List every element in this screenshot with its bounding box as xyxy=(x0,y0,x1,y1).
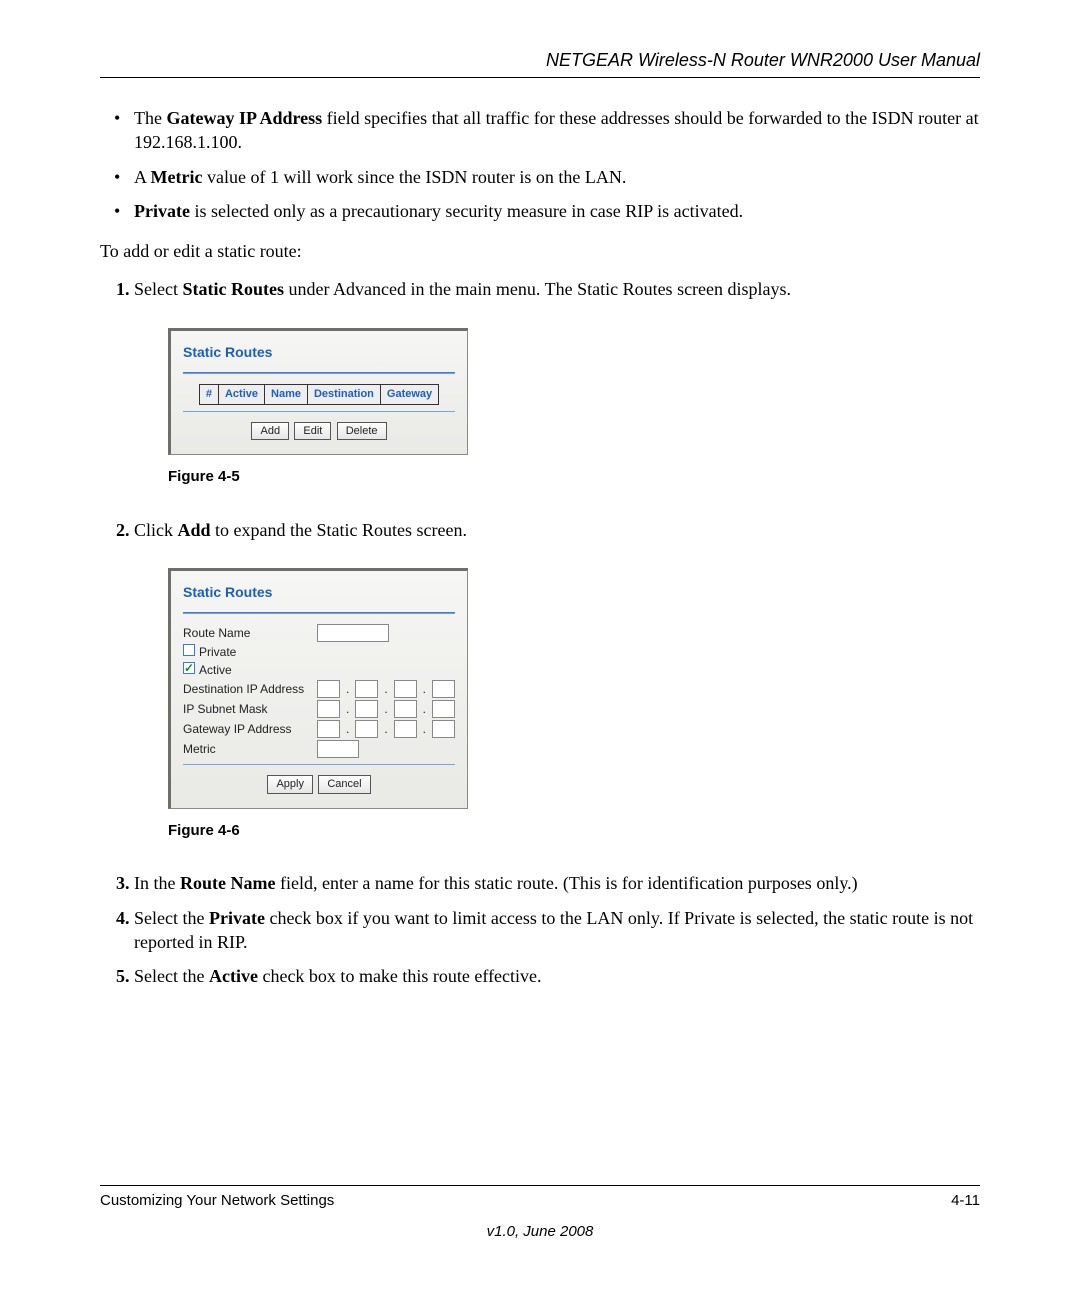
gw-octet-4[interactable] xyxy=(432,720,455,738)
bullet-item: A Metric value of 1 will work since the … xyxy=(134,165,980,189)
footer-version: v1.0, June 2008 xyxy=(100,1223,980,1240)
term-gateway-ip: Gateway IP Address xyxy=(166,108,322,128)
dest-octet-1[interactable] xyxy=(317,680,340,698)
route-name-label: Route Name xyxy=(183,625,311,641)
figure-4-5: Static Routes # Active Name Destination … xyxy=(168,328,980,456)
dest-octet-3[interactable] xyxy=(394,680,417,698)
col-gateway: Gateway xyxy=(380,384,438,404)
cancel-button[interactable]: Cancel xyxy=(318,775,370,794)
mask-octet-4[interactable] xyxy=(432,700,455,718)
panel-title: Static Routes xyxy=(183,343,455,362)
add-button[interactable]: Add xyxy=(251,422,289,441)
active-row: Active xyxy=(183,662,311,678)
panel-separator xyxy=(183,764,455,765)
static-routes-form-panel: Static Routes Route Name Private Active xyxy=(168,568,468,809)
running-header: NETGEAR Wireless-N Router WNR2000 User M… xyxy=(100,50,980,71)
term-private: Private xyxy=(134,201,190,221)
figure-4-6: Static Routes Route Name Private Active xyxy=(168,568,980,809)
page-number: 4-11 xyxy=(951,1192,980,1209)
term-metric: Metric xyxy=(151,167,203,187)
gateway-label: Gateway IP Address xyxy=(183,721,311,737)
panel-separator xyxy=(183,411,455,412)
destination-label: Destination IP Address xyxy=(183,681,311,697)
footer-rule xyxy=(100,1185,980,1186)
panel-separator xyxy=(183,372,455,374)
col-destination: Destination xyxy=(307,384,380,404)
panel-title: Static Routes xyxy=(183,583,455,602)
step-5: Select the Active check box to make this… xyxy=(134,964,980,988)
routes-table: # Active Name Destination Gateway xyxy=(199,384,439,405)
gw-octet-3[interactable] xyxy=(394,720,417,738)
step-4: Select the Private check box if you want… xyxy=(134,906,980,955)
step-list: Select Static Routes under Advanced in t… xyxy=(100,277,980,988)
step-3: In the Route Name field, enter a name fo… xyxy=(134,871,980,895)
dest-octet-4[interactable] xyxy=(432,680,455,698)
mask-octet-2[interactable] xyxy=(355,700,378,718)
col-number: # xyxy=(199,384,218,404)
col-active: Active xyxy=(218,384,264,404)
delete-button[interactable]: Delete xyxy=(337,422,387,441)
bullet-item: Private is selected only as a precaution… xyxy=(134,199,980,223)
step-2: Click Add to expand the Static Routes sc… xyxy=(134,518,980,842)
header-rule xyxy=(100,77,980,78)
metric-input[interactable] xyxy=(317,740,359,758)
footer-section: Customizing Your Network Settings xyxy=(100,1192,334,1209)
static-routes-panel: Static Routes # Active Name Destination … xyxy=(168,328,468,456)
metric-label: Metric xyxy=(183,741,311,757)
col-name: Name xyxy=(265,384,308,404)
dest-octet-2[interactable] xyxy=(355,680,378,698)
gw-octet-1[interactable] xyxy=(317,720,340,738)
route-name-input[interactable] xyxy=(317,624,389,642)
mask-octet-3[interactable] xyxy=(394,700,417,718)
page-footer: Customizing Your Network Settings 4-11 v… xyxy=(100,1185,980,1240)
private-row: Private xyxy=(183,644,311,660)
figure-caption: Figure 4-5 xyxy=(168,467,980,487)
edit-button[interactable]: Edit xyxy=(294,422,331,441)
mask-label: IP Subnet Mask xyxy=(183,701,311,717)
page: NETGEAR Wireless-N Router WNR2000 User M… xyxy=(0,0,1080,1296)
gw-octet-2[interactable] xyxy=(355,720,378,738)
panel-separator xyxy=(183,612,455,614)
mask-octet-1[interactable] xyxy=(317,700,340,718)
apply-button[interactable]: Apply xyxy=(267,775,313,794)
bullet-list: The Gateway IP Address field specifies t… xyxy=(100,106,980,223)
figure-caption: Figure 4-6 xyxy=(168,821,980,841)
intro-text: To add or edit a static route: xyxy=(100,239,980,263)
active-checkbox[interactable] xyxy=(183,662,195,674)
step-1: Select Static Routes under Advanced in t… xyxy=(134,277,980,487)
private-checkbox[interactable] xyxy=(183,644,195,656)
bullet-item: The Gateway IP Address field specifies t… xyxy=(134,106,980,155)
